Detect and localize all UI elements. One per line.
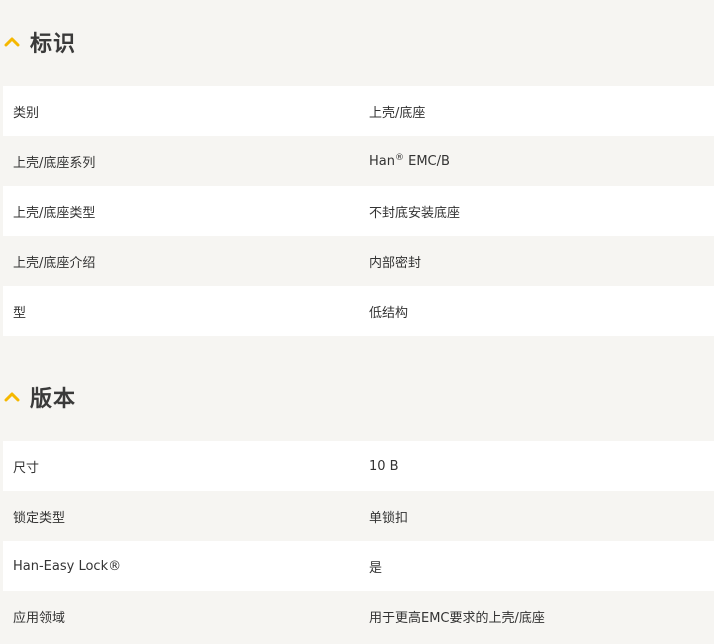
- row-value: 低结构: [369, 305, 409, 321]
- table-row: 上壳/底座系列 Han® EMC/B: [3, 136, 714, 186]
- row-value: Han® EMC/B: [359, 153, 714, 169]
- row-label: 锁定类型: [13, 510, 66, 526]
- section-title: 标识: [30, 32, 77, 57]
- table-row: 锁定类型 单锁扣: [3, 491, 714, 541]
- value-suffix: EMC/B: [403, 154, 450, 169]
- row-value: 用于更高EMC要求的上壳/底座: [369, 610, 545, 626]
- table-row: 上壳/底座类型 不封底安装底座: [3, 186, 714, 236]
- spec-table-version: 尺寸 10 B 锁定类型 单锁扣 Han-Easy Lock® 是 应用领域 用…: [3, 441, 714, 641]
- row-label: 尺寸: [13, 460, 40, 476]
- section-header-version[interactable]: 版本: [0, 377, 76, 417]
- row-label: 上壳/底座介绍: [13, 255, 96, 271]
- section-title: 版本: [30, 387, 77, 412]
- table-row: 类别 上壳/底座: [3, 86, 714, 136]
- row-value: 上壳/底座: [369, 105, 426, 121]
- row-value: 不封底安装底座: [369, 205, 461, 221]
- row-value: 内部密封: [369, 255, 422, 271]
- chevron-up-icon[interactable]: [4, 31, 26, 53]
- registered-mark: ®: [394, 153, 404, 163]
- row-value: 10 B: [369, 458, 399, 474]
- row-label: 型: [13, 305, 27, 321]
- table-row: 应用领域 用于更高EMC要求的上壳/底座: [3, 591, 714, 641]
- row-label: 上壳/底座系列: [13, 155, 96, 171]
- table-row: Han-Easy Lock® 是: [3, 541, 714, 591]
- row-label: 类别: [13, 105, 40, 121]
- table-row: 尺寸 10 B: [3, 441, 714, 491]
- row-value: 是: [369, 560, 383, 576]
- row-label: 上壳/底座类型: [13, 205, 96, 221]
- row-label: 应用领域: [13, 610, 66, 626]
- product-spec-page: 标识 类别 上壳/底座 上壳/底座系列 Han® EMC/B 上壳/底座类型 不…: [0, 0, 714, 644]
- table-row: 上壳/底座介绍 内部密封: [3, 236, 714, 286]
- row-value: 单锁扣: [369, 510, 409, 526]
- value-prefix: Han: [369, 154, 395, 169]
- chevron-up-icon[interactable]: [4, 386, 26, 408]
- row-label: Han-Easy Lock®: [13, 558, 122, 574]
- section-header-identification[interactable]: 标识: [0, 22, 76, 62]
- table-row: 型 低结构: [3, 286, 714, 336]
- spec-table-identification: 类别 上壳/底座 上壳/底座系列 Han® EMC/B 上壳/底座类型 不封底安…: [3, 86, 714, 336]
